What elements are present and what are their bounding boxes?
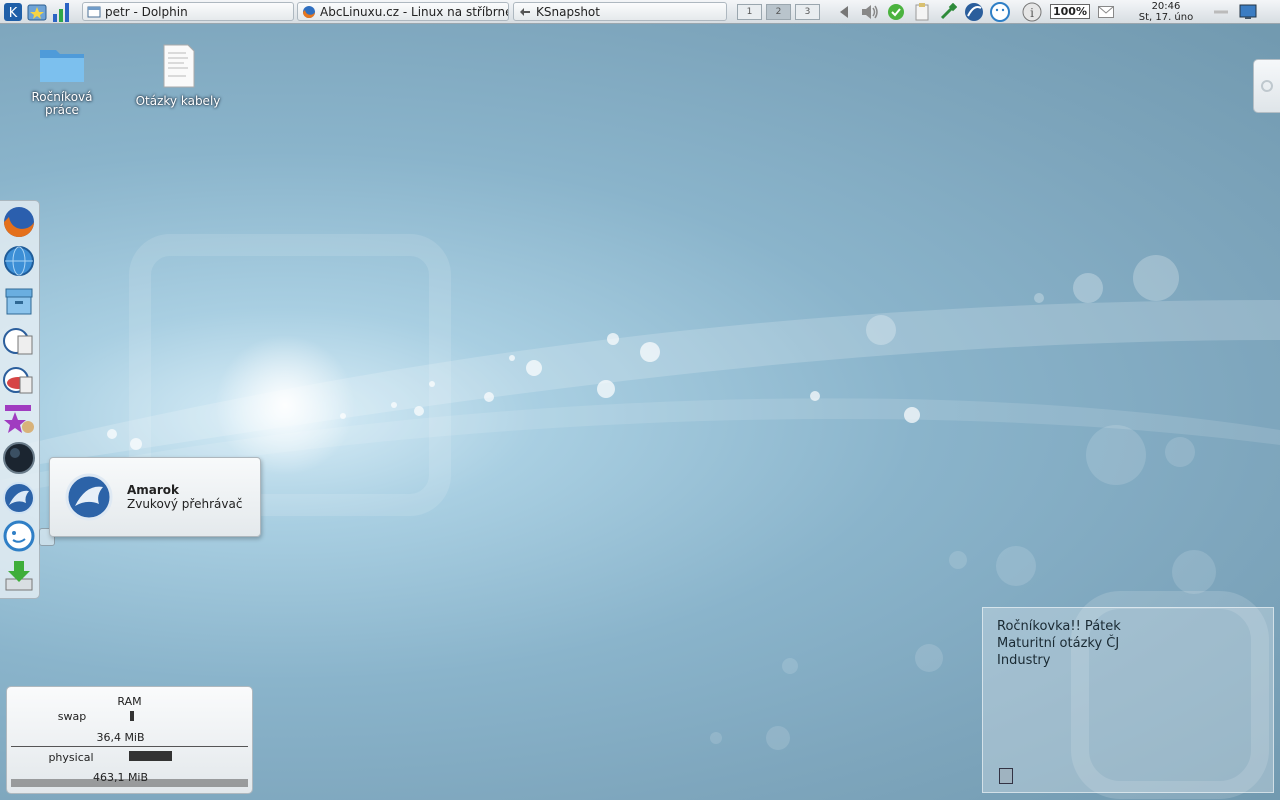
taskbar-item-label: AbcLinuxu.cz - Linux na stříbrném (320, 4, 509, 19)
clipboard-icon[interactable] (912, 2, 932, 22)
desktop-icon-otazky-kabely[interactable]: Otázky kabely (133, 44, 223, 108)
firefox-icon (4, 207, 34, 237)
kopete-icon[interactable] (964, 2, 984, 22)
pager-desktop-1[interactable]: 1 (737, 3, 762, 20)
svg-text:K: K (9, 6, 18, 21)
system-tray: i 100% 20:46 St, 17. úno (828, 1, 1258, 23)
battery-level[interactable]: 100% (1050, 4, 1090, 19)
amarok-icon (3, 482, 35, 514)
volume-icon[interactable] (860, 2, 880, 22)
chat-bubble-icon (3, 520, 35, 552)
desktop-icon-label: Otázky kabely (135, 94, 221, 108)
physical-label: physical (48, 751, 94, 764)
show-desktop-button[interactable] (26, 1, 48, 23)
ram-monitor-widget[interactable]: RAM swap 36,4 MiB physical 463,1 MiB (6, 686, 253, 794)
amarok-icon (65, 473, 113, 521)
tooltip-title: Amarok (127, 483, 180, 497)
dock-item-dark-globe[interactable] (2, 441, 36, 475)
firefox-icon (303, 5, 315, 18)
dock-item-firefox[interactable] (2, 205, 36, 239)
dark-globe-icon (3, 442, 35, 474)
virtual-desktop-pager: 1 2 3 (737, 3, 824, 20)
kde-logo-icon: K (4, 2, 22, 21)
notes-widget[interactable]: Ročníkovka!! Pátek Maturitní otázky ČJ I… (982, 607, 1274, 793)
taskbar-item-firefox[interactable]: AbcLinuxu.cz - Linux na stříbrném (297, 2, 509, 21)
taskbar-item-label: petr - Dolphin (105, 4, 188, 19)
office-calc-icon (3, 367, 33, 394)
desktop-star-icon (27, 4, 47, 20)
tooltip-subtitle: Zvukový přehrávač (127, 497, 243, 511)
download-icon (5, 561, 33, 591)
screen-icon[interactable] (1238, 2, 1258, 22)
network-plug-icon[interactable] (938, 2, 958, 22)
folder-icon (40, 50, 84, 82)
launcher-dock (0, 200, 40, 599)
dock-item-download[interactable] (2, 559, 36, 593)
desktop-icon-rocnikova-prace[interactable]: Ročníková práce (17, 44, 107, 117)
swap-usage-bar (130, 711, 134, 721)
top-panel: K petr - Dolphin AbcLinuxu.cz - Linux na… (0, 0, 1280, 24)
pager-desktop-2[interactable]: 2 (766, 3, 791, 20)
dock-item-network[interactable] (2, 244, 36, 278)
dock-item-amarok[interactable] (2, 481, 36, 515)
physical-usage-bar (129, 751, 172, 761)
clock-date: St, 17. úno (1138, 11, 1194, 23)
launcher-tooltip: Amarok Zvukový přehrávač (49, 457, 261, 537)
pager-desktop-3[interactable]: 3 (795, 3, 820, 20)
star-paint-icon (4, 405, 34, 433)
ksnapshot-icon (520, 7, 530, 16)
tray-collapse-arrow-icon[interactable] (834, 2, 854, 22)
info-icon[interactable]: i (1022, 2, 1042, 22)
update-ok-icon[interactable] (886, 2, 906, 22)
note-line: Industry (997, 653, 1051, 668)
dock-item-chat[interactable] (2, 520, 36, 554)
office-writer-icon (3, 328, 33, 355)
mail-icon[interactable] (1096, 2, 1116, 22)
ram-title: RAM (117, 695, 142, 708)
note-resize-handle[interactable] (999, 768, 1013, 784)
ram-separator (11, 746, 248, 747)
chat-status-icon[interactable] (990, 1, 1010, 22)
dock-item-archive[interactable] (2, 284, 36, 318)
bar-graph-icon (53, 2, 69, 22)
document-icon (163, 44, 195, 88)
dock-item-calc[interactable] (2, 363, 36, 397)
physical-value: 463,1 MiB (92, 771, 149, 784)
digital-clock[interactable]: 20:46 St, 17. úno (1126, 1, 1206, 23)
network-globe-icon (4, 246, 34, 276)
taskbar-item-ksnapshot[interactable]: KSnapshot (513, 2, 727, 21)
dock-item-paint[interactable] (2, 402, 36, 436)
swap-label: swap (57, 710, 87, 723)
archive-box-icon (5, 288, 33, 315)
desktop-icon-label: Ročníková práce (31, 90, 93, 117)
dock-item-writer[interactable] (2, 324, 36, 358)
note-line: Maturitní otázky ČJ (997, 636, 1120, 651)
folder-window-icon (87, 6, 101, 17)
note-line: Ročníkovka!! Pátek (997, 619, 1121, 634)
system-monitor-button[interactable] (50, 1, 72, 23)
kde-menu-button[interactable]: K (2, 1, 24, 23)
taskbar-item-dolphin[interactable]: petr - Dolphin (82, 2, 294, 21)
clock-time: 20:46 (1151, 0, 1181, 12)
arrow-right-icon[interactable] (1212, 2, 1232, 22)
desktop-toolbox[interactable] (1253, 59, 1280, 113)
plasma-cashew-icon (1261, 80, 1273, 92)
swap-value: 36,4 MiB (96, 731, 145, 744)
svg-text:i: i (1030, 6, 1034, 20)
taskbar-item-label: KSnapshot (536, 4, 600, 19)
